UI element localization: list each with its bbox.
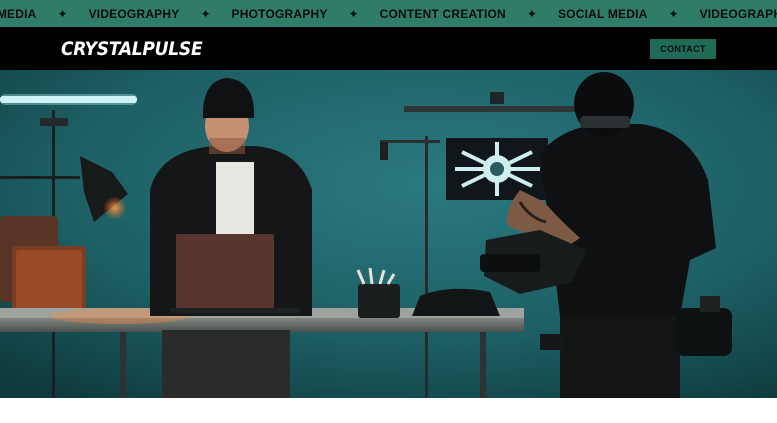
four-point-star-icon: ✦	[348, 6, 359, 21]
hero-image	[0, 70, 777, 398]
studio-photo	[0, 70, 777, 398]
four-point-star-icon: ✦	[57, 6, 68, 21]
ticker-item: CONTENT CREATION	[379, 6, 506, 21]
ticker-track: L MEDIA ✦ VIDEOGRAPHY ✦ PHOTOGRAPHY ✦ CO…	[0, 7, 777, 21]
site-logo[interactable]: CRYSTALPULSE	[61, 38, 203, 60]
ticker-item: SOCIAL MEDIA	[557, 6, 648, 21]
site-header: CRYSTALPULSE CONTACT	[0, 27, 777, 70]
ticker-item: PHOTOGRAPHY	[231, 6, 328, 21]
ticker-item: VIDEOGRAPHY	[88, 6, 180, 21]
page-footer-space	[0, 398, 777, 423]
contact-button[interactable]: CONTACT	[650, 39, 716, 59]
services-ticker: L MEDIA ✦ VIDEOGRAPHY ✦ PHOTOGRAPHY ✦ CO…	[0, 0, 777, 27]
ticker-item: VIDEOGRAPH	[699, 6, 777, 21]
ticker-item: L MEDIA	[0, 6, 37, 21]
four-point-star-icon: ✦	[200, 6, 211, 21]
four-point-star-icon: ✦	[668, 6, 679, 21]
four-point-star-icon: ✦	[526, 6, 537, 21]
